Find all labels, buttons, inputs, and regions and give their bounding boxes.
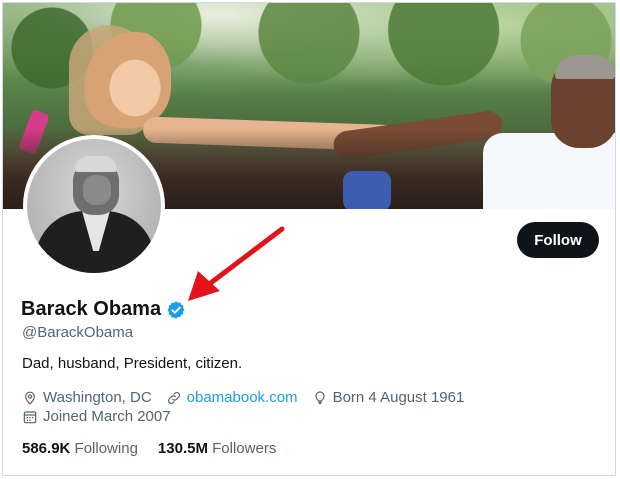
- followers-label: Followers: [212, 440, 277, 457]
- born-item: Born 4 August 1961: [312, 389, 465, 406]
- following-count: 586.9K: [22, 440, 71, 457]
- profile-name: Barack Obama: [21, 298, 162, 320]
- profile-stats: 586.9K Following 130.5M Followers: [22, 440, 296, 457]
- followers-count: 130.5M: [157, 440, 208, 457]
- profile-handle: @BarackObama: [22, 324, 134, 341]
- follow-button[interactable]: Follow: [517, 222, 599, 258]
- following-link[interactable]: 586.9K Following: [22, 440, 138, 457]
- profile-meta-row: Washington, DC obamabook.com Born 4 Augu…: [22, 389, 478, 406]
- profile-card: Follow Barack Obama @BarackObama Dad, hu…: [2, 2, 616, 476]
- joined-text: Joined March 2007: [43, 408, 171, 425]
- verified-badge-icon[interactable]: [166, 300, 186, 320]
- avatar[interactable]: [23, 135, 165, 277]
- born-text: Born 4 August 1961: [332, 389, 465, 406]
- location-pin-icon: [25, 391, 35, 405]
- location-item: Washington, DC: [22, 389, 152, 406]
- profile-bio: Dad, husband, President, citizen.: [22, 355, 243, 372]
- following-label: Following: [74, 440, 138, 457]
- location-text: Washington, DC: [43, 389, 152, 406]
- joined-item: Joined March 2007: [22, 408, 171, 425]
- calendar-icon: [23, 410, 37, 423]
- followers-link[interactable]: 130.5M Followers: [158, 440, 276, 457]
- annotation-arrow-icon: [188, 226, 285, 301]
- avatar-photo: [27, 139, 161, 273]
- profile-name-row: Barack Obama: [21, 298, 186, 321]
- website-link[interactable]: obamabook.com: [187, 389, 298, 406]
- link-icon: [167, 391, 180, 404]
- balloon-icon: [314, 390, 325, 405]
- website-item: obamabook.com: [166, 389, 298, 406]
